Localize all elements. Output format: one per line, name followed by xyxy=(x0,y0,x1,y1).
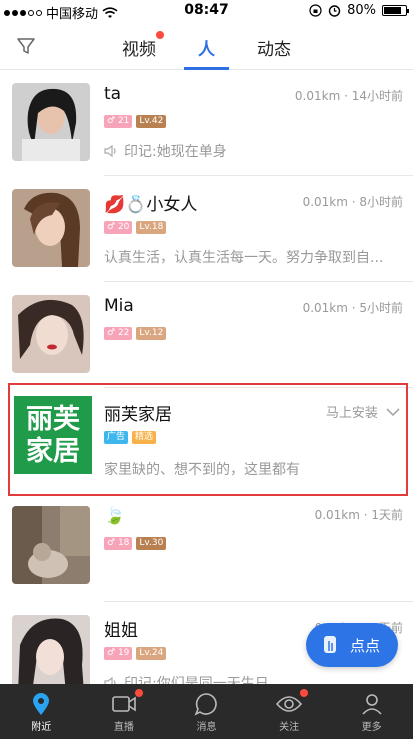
ad-item[interactable]: 丽芙 家居 丽芙家居 马上安装 广告 精选 家里缺的、想不到的，这里都有 xyxy=(8,383,408,496)
user-signature: 印记:你们是同一天生日 xyxy=(104,673,269,684)
chevron-down-icon xyxy=(386,408,400,417)
tab-live[interactable]: 直播 xyxy=(83,684,166,739)
user-name: 💋💍小女人 xyxy=(104,195,198,215)
list-item[interactable]: 💋💍小女人 0.01km · 8小时前 ♂ 20 Lv.18 认真生活，认真生活… xyxy=(0,176,413,282)
user-name: ta xyxy=(104,84,122,104)
ad-badge: 广告 xyxy=(104,431,129,444)
list-item[interactable]: Mia 0.01km · 5小时前 ♂ 22 Lv.12 xyxy=(0,282,413,388)
tab-people[interactable]: 人 xyxy=(184,22,229,70)
status-bar: 中国移动 08:47 80% xyxy=(0,0,413,22)
user-icon xyxy=(362,694,382,715)
ad-description: 家里缺的、想不到的，这里都有 xyxy=(104,462,300,478)
age-badge: ♂ 20 xyxy=(104,221,133,234)
diandian-button[interactable]: 点点 xyxy=(306,623,398,667)
top-navigation: 视频 人 动态 xyxy=(0,22,413,70)
rotation-lock-icon xyxy=(309,4,322,17)
battery-percent: 80% xyxy=(347,3,376,18)
nearby-people-list: ta 0.01km · 14小时前 ♂ 21 Lv.42 印记:她现在单身 💋💍… xyxy=(0,70,413,684)
tab-videos[interactable]: 视频 xyxy=(122,22,164,70)
video-camera-icon xyxy=(112,696,136,712)
user-signature: 印记:她现在单身 xyxy=(104,141,227,161)
distance-time: 0.01km · 1天前 xyxy=(314,508,403,522)
level-badge: Lv.42 xyxy=(136,115,167,128)
chat-bubble-icon xyxy=(194,693,218,716)
user-signature: 认真生活，认真生活每一天。努力争取到自... xyxy=(104,250,384,266)
tap-hand-icon xyxy=(324,636,336,653)
speaker-icon xyxy=(104,145,116,157)
eye-icon xyxy=(276,696,303,712)
avatar[interactable] xyxy=(12,189,90,267)
list-item[interactable]: ta 0.01km · 14小时前 ♂ 21 Lv.42 印记:她现在单身 xyxy=(0,70,413,176)
level-badge: Lv.24 xyxy=(136,647,167,660)
avatar[interactable] xyxy=(12,615,90,684)
distance-time: 0.01km · 5小时前 xyxy=(302,301,403,315)
avatar[interactable] xyxy=(12,506,90,584)
age-badge: ♂ 18 xyxy=(104,537,133,550)
tab-more[interactable]: 更多 xyxy=(330,684,413,739)
tab-badge xyxy=(156,31,164,39)
level-badge: Lv.30 xyxy=(136,537,167,550)
avatar[interactable] xyxy=(12,83,90,161)
level-badge: Lv.12 xyxy=(136,327,167,340)
tab-messages[interactable]: 消息 xyxy=(165,684,248,739)
distance-time: 0.01km · 14小时前 xyxy=(294,89,403,103)
age-badge: ♂ 19 xyxy=(104,647,133,660)
bottom-tab-bar: 附近 直播 消息 关注 更多 xyxy=(0,684,413,739)
tab-following[interactable]: 关注 xyxy=(248,684,331,739)
speaker-icon xyxy=(104,677,116,684)
avatar[interactable] xyxy=(12,295,90,373)
list-item[interactable]: 🍃 0.01km · 1天前 ♂ 18 Lv.30 xyxy=(0,498,413,602)
battery-icon xyxy=(382,5,409,16)
location-pin-icon xyxy=(33,693,50,715)
tab-nearby[interactable]: 附近 xyxy=(0,684,83,739)
user-name: 姐姐 xyxy=(104,621,138,641)
level-badge: Lv.18 xyxy=(136,221,167,234)
tab-moments[interactable]: 动态 xyxy=(257,22,291,70)
distance-time: 0.01km · 8小时前 xyxy=(302,195,403,209)
featured-badge: 精选 xyxy=(132,431,157,444)
user-name: 🍃 xyxy=(104,506,126,526)
ad-name: 丽芙家居 xyxy=(104,405,172,425)
alarm-icon xyxy=(328,5,341,17)
user-name: Mia xyxy=(104,296,134,316)
age-badge: ♂ 21 xyxy=(104,115,133,128)
install-button[interactable]: 马上安装 xyxy=(326,402,400,421)
age-badge: ♂ 22 xyxy=(104,327,133,340)
ad-logo: 丽芙 家居 xyxy=(14,396,92,474)
